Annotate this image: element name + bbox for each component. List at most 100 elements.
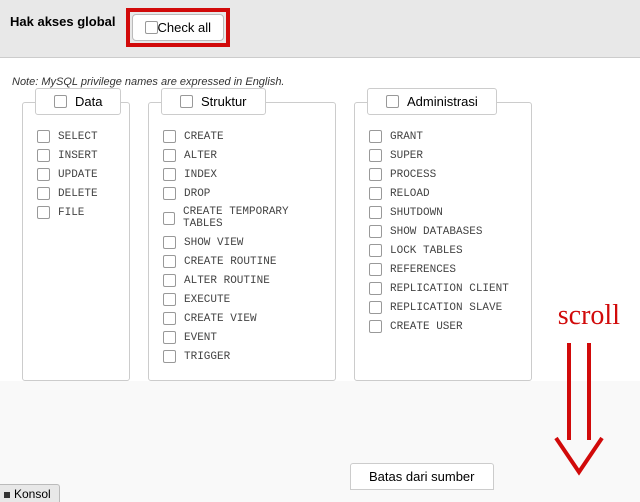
privilege-item[interactable]: REFERENCES [369, 260, 517, 279]
limits-legend[interactable]: Batas dari sumber [350, 463, 494, 490]
privilege-checkbox[interactable] [163, 168, 176, 181]
privilege-label: SHOW VIEW [184, 237, 243, 249]
privilege-checkbox[interactable] [369, 130, 382, 143]
privilege-checkbox[interactable] [369, 149, 382, 162]
privilege-item[interactable]: DELETE [37, 184, 115, 203]
group-data-label: Data [75, 94, 102, 109]
privilege-item[interactable]: UPDATE [37, 165, 115, 184]
group-admin: Administrasi GRANTSUPERPROCESSRELOADSHUT… [354, 102, 532, 381]
privilege-checkbox[interactable] [37, 187, 50, 200]
privilege-checkbox[interactable] [369, 187, 382, 200]
privilege-item[interactable]: RELOAD [369, 184, 517, 203]
privilege-checkbox[interactable] [163, 274, 176, 287]
privilege-item[interactable]: ALTER ROUTINE [163, 271, 321, 290]
privilege-label: REPLICATION CLIENT [390, 283, 509, 295]
group-struktur-label: Struktur [201, 94, 247, 109]
privilege-checkbox[interactable] [163, 187, 176, 200]
check-all-label: Check all [158, 20, 211, 35]
group-struktur-legend[interactable]: Struktur [161, 88, 266, 115]
privilege-checkbox[interactable] [163, 255, 176, 268]
privilege-item[interactable]: DROP [163, 184, 321, 203]
privilege-item[interactable]: CREATE TEMPORARY TABLES [163, 203, 321, 233]
privilege-checkbox[interactable] [369, 225, 382, 238]
privilege-label: DROP [184, 188, 210, 200]
check-all-toggle[interactable]: Check all [132, 14, 224, 41]
privilege-label: REPLICATION SLAVE [390, 302, 502, 314]
privilege-checkbox[interactable] [369, 301, 382, 314]
privilege-checkbox[interactable] [369, 168, 382, 181]
privilege-item[interactable]: INDEX [163, 165, 321, 184]
privilege-label: SELECT [58, 131, 98, 143]
privilege-item[interactable]: TRIGGER [163, 347, 321, 366]
privilege-item[interactable]: SHOW VIEW [163, 233, 321, 252]
privilege-checkbox[interactable] [37, 130, 50, 143]
privilege-label: ALTER [184, 150, 217, 162]
privilege-item[interactable]: SUPER [369, 146, 517, 165]
privilege-item[interactable]: CREATE USER [369, 317, 517, 336]
privilege-checkbox[interactable] [369, 263, 382, 276]
privilege-checkbox[interactable] [163, 130, 176, 143]
privilege-item[interactable]: PROCESS [369, 165, 517, 184]
privilege-label: EVENT [184, 332, 217, 344]
privilege-item[interactable]: GRANT [369, 127, 517, 146]
privilege-checkbox[interactable] [163, 331, 176, 344]
privilege-item[interactable]: FILE [37, 203, 115, 222]
privilege-label: TRIGGER [184, 351, 230, 363]
global-privileges-header: Hak akses global Check all [0, 0, 640, 58]
privilege-label: GRANT [390, 131, 423, 143]
privilege-label: CREATE VIEW [184, 313, 257, 325]
privilege-item[interactable]: INSERT [37, 146, 115, 165]
privilege-label: RELOAD [390, 188, 430, 200]
global-privileges-title: Hak akses global [10, 8, 126, 35]
privilege-label: SUPER [390, 150, 423, 162]
group-data-checkbox[interactable] [54, 95, 67, 108]
privilege-label: EXECUTE [184, 294, 230, 306]
privilege-checkbox[interactable] [37, 168, 50, 181]
privilege-checkbox[interactable] [369, 206, 382, 219]
group-admin-label: Administrasi [407, 94, 478, 109]
privilege-label: INSERT [58, 150, 98, 162]
check-all-checkbox[interactable] [145, 21, 158, 34]
group-struktur-checkbox[interactable] [180, 95, 193, 108]
privilege-label: CREATE [184, 131, 224, 143]
privilege-item[interactable]: REPLICATION SLAVE [369, 298, 517, 317]
privilege-item[interactable]: SHOW DATABASES [369, 222, 517, 241]
privilege-checkbox[interactable] [369, 244, 382, 257]
privilege-item[interactable]: REPLICATION CLIENT [369, 279, 517, 298]
privilege-checkbox[interactable] [163, 236, 176, 249]
privilege-item[interactable]: ALTER [163, 146, 321, 165]
privilege-checkbox[interactable] [163, 293, 176, 306]
privilege-label: FILE [58, 207, 84, 219]
privilege-label: LOCK TABLES [390, 245, 463, 257]
privilege-item[interactable]: CREATE VIEW [163, 309, 321, 328]
privilege-item[interactable]: LOCK TABLES [369, 241, 517, 260]
group-data: Data SELECTINSERTUPDATEDELETEFILE [22, 102, 130, 381]
privilege-checkbox[interactable] [37, 149, 50, 162]
group-data-legend[interactable]: Data [35, 88, 121, 115]
privilege-checkbox[interactable] [163, 149, 176, 162]
privilege-label: CREATE TEMPORARY TABLES [183, 206, 321, 230]
privilege-checkbox[interactable] [37, 206, 50, 219]
privilege-label: REFERENCES [390, 264, 456, 276]
privilege-item[interactable]: CREATE [163, 127, 321, 146]
privilege-item[interactable]: SHUTDOWN [369, 203, 517, 222]
privilege-label: CREATE USER [390, 321, 463, 333]
privilege-label: UPDATE [58, 169, 98, 181]
privilege-label: ALTER ROUTINE [184, 275, 270, 287]
group-admin-legend[interactable]: Administrasi [367, 88, 497, 115]
privilege-item[interactable]: EVENT [163, 328, 321, 347]
privilege-item[interactable]: CREATE ROUTINE [163, 252, 321, 271]
privilege-checkbox[interactable] [163, 212, 175, 225]
privilege-label: INDEX [184, 169, 217, 181]
privilege-item[interactable]: EXECUTE [163, 290, 321, 309]
privilege-item[interactable]: SELECT [37, 127, 115, 146]
privilege-label: SHUTDOWN [390, 207, 443, 219]
console-tab[interactable]: Konsol [0, 484, 60, 502]
privilege-checkbox[interactable] [163, 312, 176, 325]
privilege-label: SHOW DATABASES [390, 226, 482, 238]
privilege-checkbox[interactable] [369, 320, 382, 333]
privilege-checkbox[interactable] [369, 282, 382, 295]
group-admin-checkbox[interactable] [386, 95, 399, 108]
privilege-checkbox[interactable] [163, 350, 176, 363]
group-struktur: Struktur CREATEALTERINDEXDROPCREATE TEMP… [148, 102, 336, 381]
